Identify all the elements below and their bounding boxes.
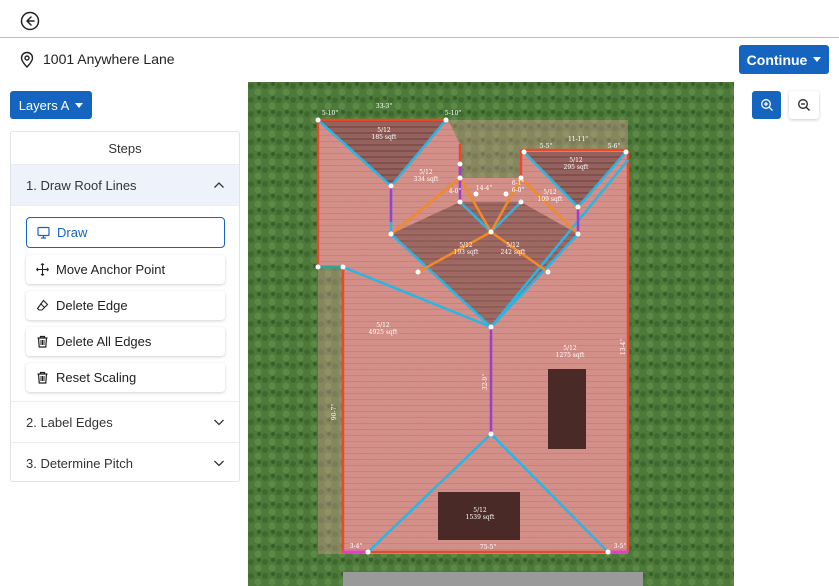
tool-label: Reset Scaling	[56, 370, 137, 385]
tool-label: Move Anchor Point	[56, 262, 166, 277]
label-small-1: 5-10"	[322, 110, 338, 117]
zoom-in-icon	[760, 99, 773, 111]
label-small-4: 5-6"	[608, 143, 621, 150]
step-tools: Draw Move Anchor Point Delete Edge Delet…	[11, 206, 239, 402]
chevron-down-icon	[214, 419, 224, 426]
move-anchor-point-button[interactable]: Move Anchor Point	[26, 255, 225, 284]
trash-icon	[37, 371, 48, 384]
steps-title: Steps	[11, 132, 239, 165]
label-small-3: 5-5"	[540, 143, 553, 150]
zoom-out-icon	[798, 99, 810, 111]
tool-label: Delete Edge	[56, 298, 128, 313]
address-text: 1001 Anywhere Lane	[43, 51, 175, 67]
label-small-10: 3-5"	[614, 543, 627, 550]
driveway	[343, 572, 643, 586]
step-label: 3. Determine Pitch	[26, 455, 133, 471]
label-top-edge: 33-3"	[376, 103, 392, 110]
chevron-up-icon	[214, 182, 224, 188]
reset-scaling-button[interactable]: Reset Scaling	[26, 363, 225, 392]
step-label-edges[interactable]: 2. Label Edges	[11, 402, 239, 443]
label-small-8: 6-0"	[512, 187, 525, 194]
label-small-9: 3-4"	[350, 543, 363, 550]
steps-panel: Steps 1. Draw Roof Lines Draw Move Ancho…	[10, 131, 240, 482]
step-label: 1. Draw Roof Lines	[26, 177, 137, 193]
layers-button-label: Layers A	[18, 97, 70, 113]
label-small-2: 5-10"	[445, 110, 461, 117]
tool-label: Delete All Edges	[56, 334, 152, 349]
tool-label: Draw	[57, 225, 88, 240]
label-small-6: 6-1"	[512, 180, 525, 187]
label-left-edge: 90-7"	[331, 404, 338, 420]
location-pin-icon	[20, 51, 34, 68]
zoom-in-button[interactable]	[752, 91, 781, 119]
continue-button[interactable]: Continue	[739, 45, 829, 74]
step-determine-pitch[interactable]: 3. Determine Pitch	[11, 443, 239, 483]
label-bottom-edge: 75-5"	[480, 544, 496, 551]
arrow-left-circle-icon[interactable]	[19, 10, 41, 32]
label-small-gable-top: 11-11"	[568, 136, 588, 143]
dark-panel-right	[548, 369, 586, 449]
label-ridge-main: 32-9"	[482, 374, 489, 390]
move-icon	[36, 263, 49, 276]
zoom-out-button[interactable]	[789, 91, 819, 119]
layers-dropdown-button[interactable]: Layers A	[10, 91, 92, 119]
caret-down-icon	[75, 102, 84, 108]
label-small-7: 4-0"	[449, 188, 462, 195]
caret-down-icon	[813, 57, 822, 62]
eraser-icon	[36, 299, 49, 311]
label-right-edge: 13-4"	[620, 339, 627, 355]
draw-icon	[37, 226, 50, 239]
top-bar	[0, 0, 839, 38]
label-small-5: 14-4"	[476, 185, 492, 192]
continue-button-label: Continue	[746, 51, 808, 68]
step-label: 2. Label Edges	[26, 414, 113, 430]
draw-tool-button[interactable]: Draw	[26, 217, 225, 248]
chevron-down-icon	[214, 460, 224, 467]
roof-map-canvas[interactable]: 33-3" 5-10" 5-10" 11-11" 5-5" 5-6" 14-4"…	[248, 82, 734, 586]
delete-all-edges-button[interactable]: Delete All Edges	[26, 327, 225, 356]
trash-icon	[37, 335, 48, 348]
delete-edge-button[interactable]: Delete Edge	[26, 291, 225, 320]
step-draw-roof-lines[interactable]: 1. Draw Roof Lines	[11, 165, 239, 206]
address-bar: 1001 Anywhere Lane	[0, 38, 839, 82]
